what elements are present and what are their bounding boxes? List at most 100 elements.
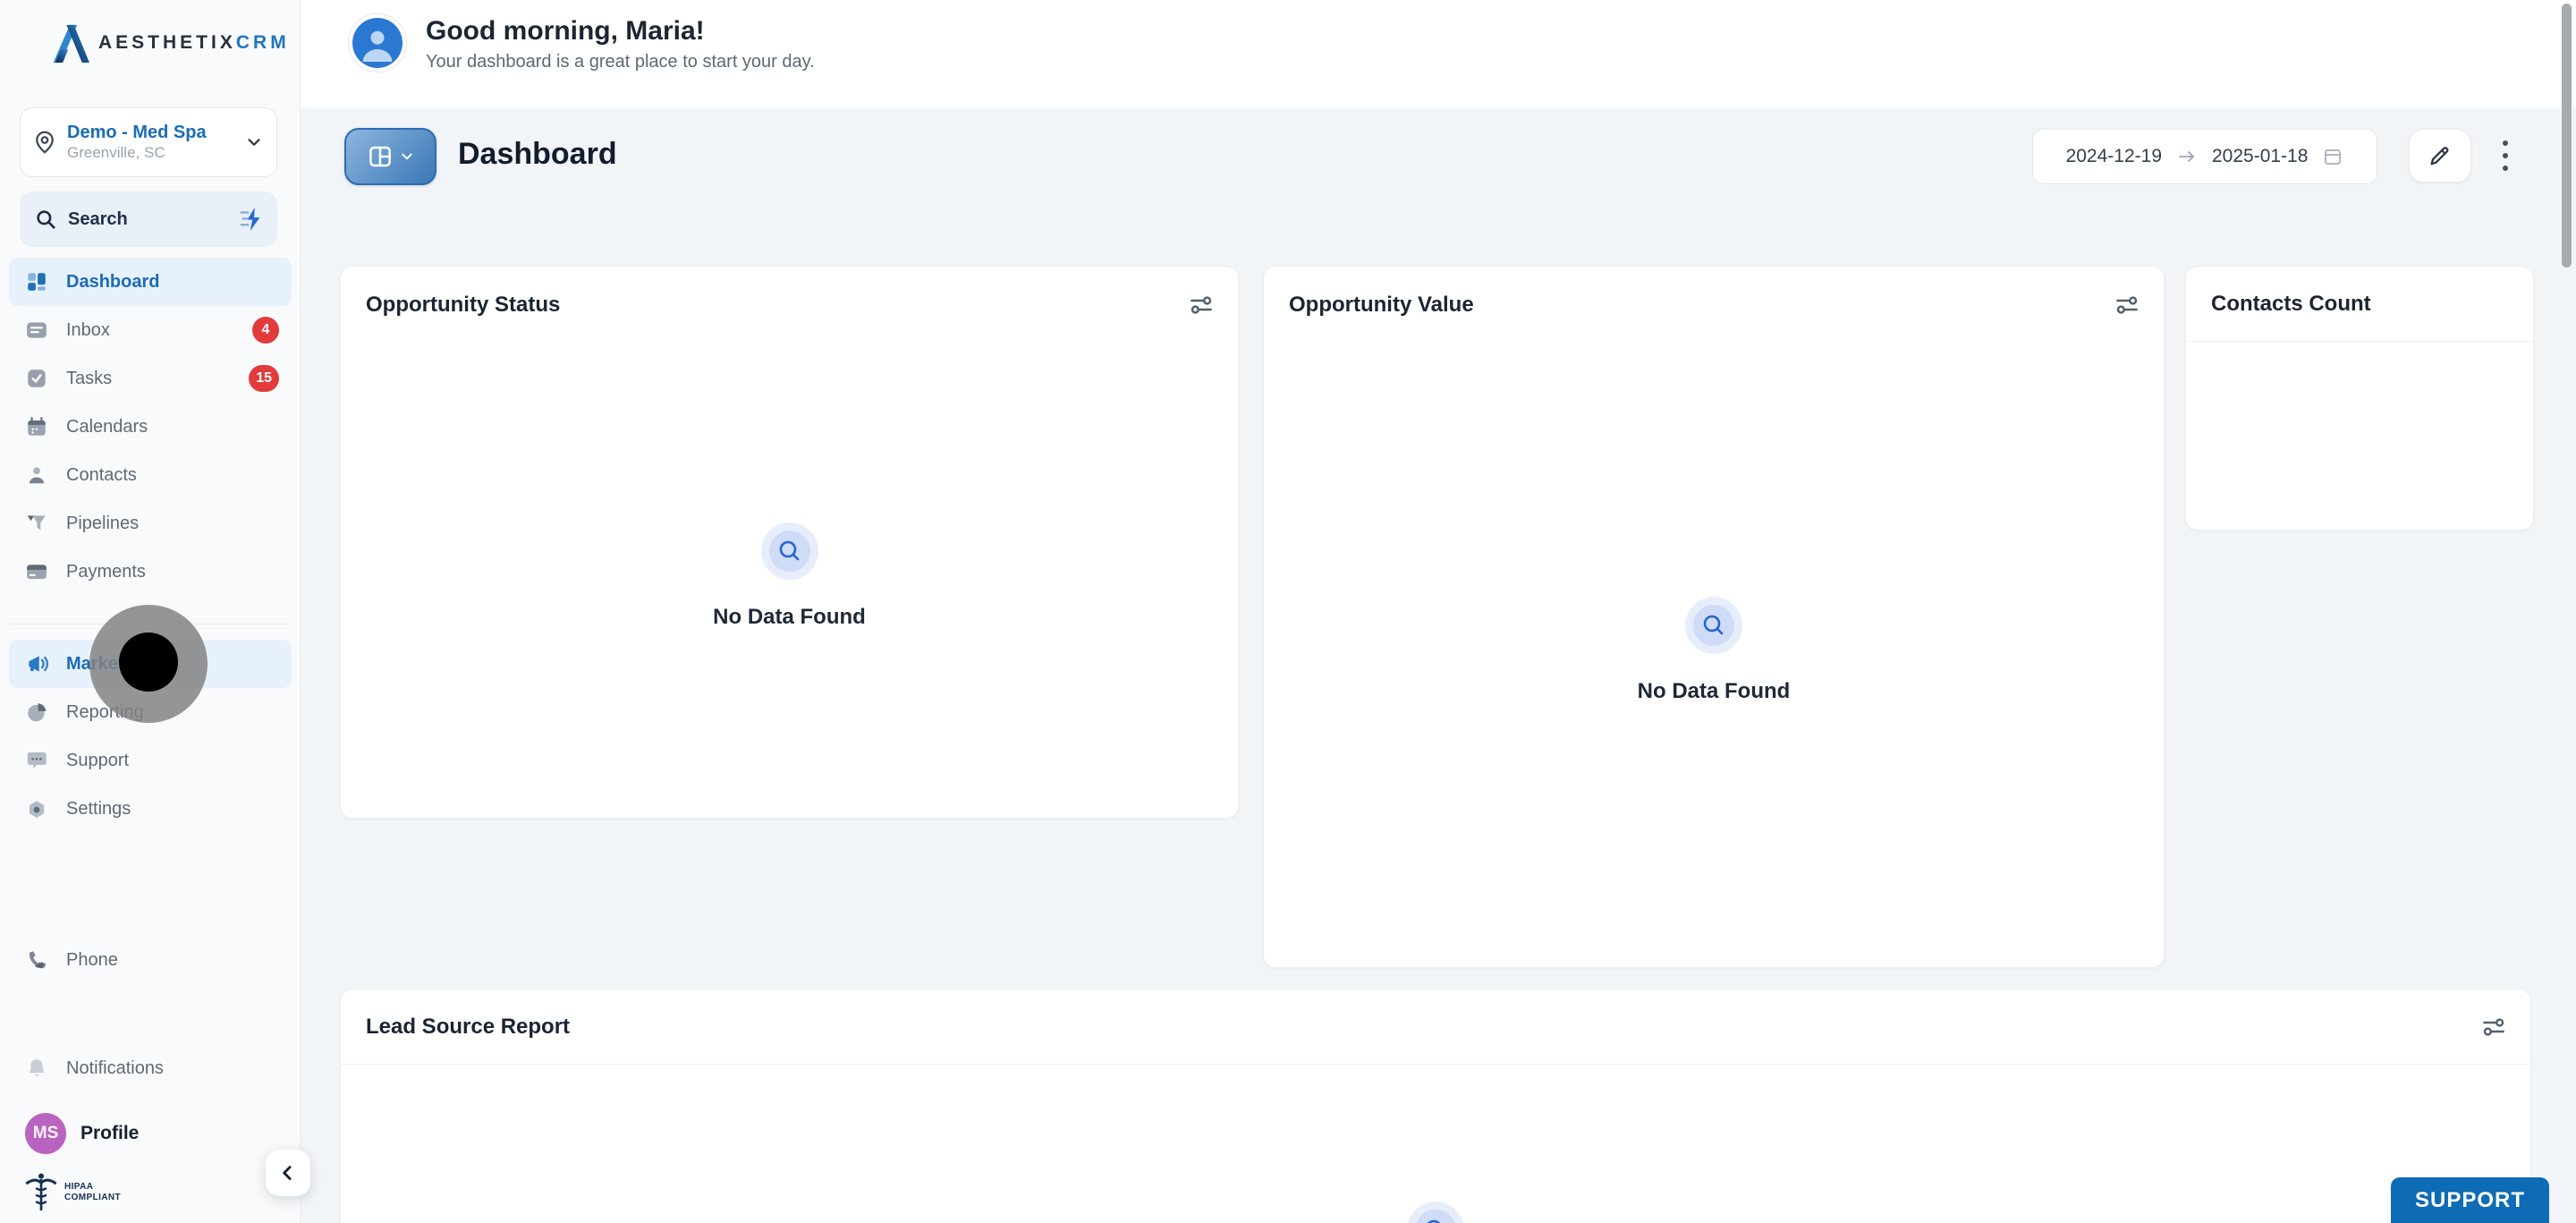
- vertical-scrollbar-thumb[interactable]: [2562, 4, 2572, 268]
- opportunity-status-card: Opportunity Status No Data Found: [340, 266, 1239, 819]
- inbox-icon: [25, 318, 48, 342]
- sidebar-item-label: Payments: [66, 562, 146, 582]
- sidebar-item-support[interactable]: Support: [9, 736, 292, 785]
- sidebar-item-label: Contacts: [66, 465, 137, 486]
- arrow-right-icon: [2176, 146, 2198, 167]
- chevron-left-icon: [276, 1161, 300, 1185]
- credit-card-icon: [25, 560, 48, 583]
- empty-state: No Data Found: [1264, 597, 2164, 704]
- no-data-halo: [761, 522, 818, 580]
- sidebar-item-inbox[interactable]: Inbox 4: [9, 306, 292, 354]
- calendar-small-icon: [2322, 146, 2343, 167]
- calendar-icon: [25, 415, 48, 438]
- sidebar-item-label: Marketing: [66, 654, 150, 675]
- no-data-halo: [1407, 1202, 1464, 1223]
- sidebar-item-profile[interactable]: MS Profile: [9, 1109, 292, 1158]
- no-data-halo: [1685, 597, 1742, 654]
- empty-state: [341, 1202, 2530, 1223]
- greeting-title: Good morning, Maria!: [426, 16, 705, 47]
- card-title: Opportunity Status: [366, 293, 560, 318]
- sidebar-item-payments[interactable]: Payments: [9, 548, 292, 596]
- inbox-badge: 4: [252, 317, 279, 344]
- brand-logo-icon: [50, 21, 89, 64]
- support-launcher-button[interactable]: SUPPORT: [2391, 1177, 2549, 1223]
- layout-columns-icon: [367, 143, 394, 170]
- app-root: AESTHETIXCRM Demo - Med Spa Greenville, …: [0, 0, 2576, 1223]
- search-input[interactable]: Search: [20, 191, 277, 247]
- chat-bubble-icon: [25, 749, 48, 772]
- location-city: Greenville, SC: [67, 143, 235, 162]
- sidebar-item-label: Reporting: [66, 702, 144, 723]
- quick-actions-bolt-icon: [238, 206, 265, 233]
- no-data-text: No Data Found: [1638, 679, 1791, 704]
- person-icon: [25, 463, 48, 487]
- widget-settings-sliders-icon[interactable]: [2480, 1014, 2507, 1040]
- magnifier-icon: [776, 538, 803, 565]
- dashboard-grid-icon: [25, 270, 48, 293]
- sidebar-item-label: Tasks: [66, 369, 112, 389]
- sidebar-item-calendars[interactable]: Calendars: [9, 403, 292, 451]
- card-header: Contacts Count: [2186, 267, 2533, 342]
- sidebar-collapse-button[interactable]: [266, 1150, 310, 1196]
- sidebar-item-phone[interactable]: Phone: [9, 936, 292, 984]
- card-title: Contacts Count: [2211, 292, 2371, 317]
- sidebar-item-marketing[interactable]: Marketing: [9, 640, 292, 688]
- contacts-count-card: Contacts Count: [2185, 266, 2534, 531]
- sidebar-item-label: Settings: [66, 799, 131, 820]
- funnel-icon: [25, 512, 48, 535]
- opportunity-value-card: Opportunity Value No Data Found: [1263, 266, 2165, 968]
- kebab-dot: [2503, 166, 2508, 171]
- brand-logo: AESTHETIXCRM: [50, 20, 290, 66]
- chevron-down-icon: [400, 149, 414, 164]
- sidebar-item-label: Phone: [66, 950, 118, 971]
- location-selector[interactable]: Demo - Med Spa Greenville, SC: [20, 107, 277, 177]
- widget-settings-sliders-icon[interactable]: [2114, 292, 2140, 318]
- sidebar-item-label: Pipelines: [66, 514, 139, 534]
- more-options-kebab-button[interactable]: [2495, 134, 2516, 177]
- kebab-dot: [2503, 153, 2508, 158]
- hipaa-line1: HIPAA: [64, 1182, 121, 1193]
- sidebar-item-label: Inbox: [66, 320, 110, 341]
- sidebar-item-reporting[interactable]: Reporting: [9, 688, 292, 736]
- profile-avatar: MS: [25, 1113, 66, 1154]
- sidebar-item-label: Dashboard: [66, 272, 159, 293]
- bell-icon: [25, 1057, 48, 1080]
- sidebar-item-pipelines[interactable]: Pipelines: [9, 499, 292, 548]
- edit-dashboard-button[interactable]: [2409, 129, 2471, 183]
- chevron-down-icon: [244, 132, 264, 152]
- megaphone-icon: [25, 652, 48, 675]
- profile-label: Profile: [80, 1123, 139, 1144]
- sidebar-item-label: Notifications: [66, 1058, 164, 1079]
- sidebar: AESTHETIXCRM Demo - Med Spa Greenville, …: [0, 0, 301, 1223]
- topbar: Good morning, Maria! Your dashboard is a…: [301, 0, 2576, 107]
- kebab-dot: [2503, 140, 2508, 146]
- sidebar-item-label: Calendars: [66, 417, 148, 437]
- phone-icon: [25, 948, 48, 972]
- sidebar-nav: Dashboard Inbox 4 Tasks 15: [9, 258, 292, 833]
- card-title: Lead Source Report: [366, 1015, 570, 1040]
- page-title: Dashboard: [458, 134, 617, 174]
- dashboard-layout-button[interactable]: [344, 128, 436, 185]
- greeting-subtitle: Your dashboard is a great place to start…: [426, 52, 815, 72]
- hipaa-compliant-badge: HIPAA COMPLIANT: [23, 1170, 121, 1215]
- sidebar-item-settings[interactable]: Settings: [9, 785, 292, 833]
- date-range-picker[interactable]: 2024-12-19 2025-01-18: [2032, 129, 2377, 184]
- magnifier-icon: [1422, 1217, 1449, 1223]
- hipaa-caduceus-icon: [23, 1170, 59, 1215]
- support-label: SUPPORT: [2415, 1188, 2525, 1213]
- sidebar-item-dashboard[interactable]: Dashboard: [9, 258, 292, 306]
- card-header: Lead Source Report: [341, 989, 2530, 1065]
- date-start[interactable]: 2024-12-19: [2066, 146, 2162, 167]
- gear-icon: [25, 797, 48, 820]
- widget-settings-sliders-icon[interactable]: [1188, 292, 1215, 318]
- card-title: Opportunity Value: [1289, 293, 1474, 318]
- date-end[interactable]: 2025-01-18: [2212, 146, 2308, 167]
- hipaa-line2: COMPLIANT: [64, 1193, 121, 1203]
- sidebar-item-tasks[interactable]: Tasks 15: [9, 354, 292, 403]
- sidebar-item-notifications[interactable]: Notifications: [9, 1044, 292, 1092]
- sidebar-item-contacts[interactable]: Contacts: [9, 451, 292, 499]
- search-label: Search: [68, 209, 227, 230]
- pencil-icon: [2428, 143, 2453, 168]
- empty-state: No Data Found: [341, 522, 1238, 630]
- user-avatar: [348, 13, 407, 72]
